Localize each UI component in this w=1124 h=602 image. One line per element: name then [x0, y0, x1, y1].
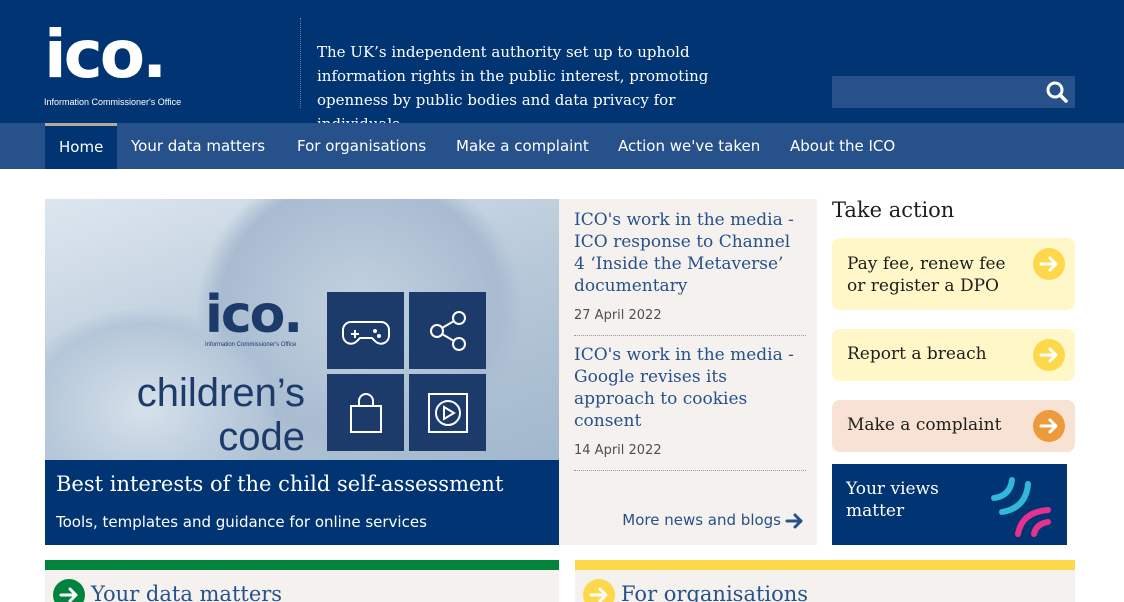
- nav-item-about-ico[interactable]: About the ICO: [790, 123, 895, 169]
- news-item-title-link[interactable]: ICO's work in the media - Google revises…: [574, 344, 806, 432]
- arrow-circle-icon: [583, 579, 615, 602]
- nav-item-make-a-complaint[interactable]: Make a complaint: [456, 123, 589, 169]
- pay-fee-label: Pay fee, renew fee or register a DPO: [847, 254, 1006, 296]
- card-accent-bar: [45, 560, 559, 570]
- your-data-matters-title[interactable]: Your data matters: [91, 582, 282, 602]
- report-breach-card[interactable]: Report a breach: [832, 329, 1075, 381]
- hero-ico-logo: ico.: [205, 285, 303, 345]
- arrow-circle-icon: [1033, 410, 1065, 442]
- arrow-circle-icon: [1033, 339, 1065, 371]
- for-organisations-title[interactable]: For organisations: [621, 582, 808, 602]
- news-item: ICO's work in the media - ICO response t…: [574, 209, 806, 336]
- card-accent-bar: [575, 560, 1075, 570]
- nav-item-action-taken[interactable]: Action we've taken: [618, 123, 760, 169]
- search-button[interactable]: [1043, 80, 1071, 104]
- hero-subtitle: Tools, templates and guidance for online…: [56, 513, 427, 531]
- shopping-bag-icon: [350, 393, 382, 433]
- play-icon: [428, 393, 468, 433]
- header-divider: [300, 18, 301, 108]
- main-nav: Home Your data matters For organisations…: [0, 123, 1124, 169]
- more-news-link[interactable]: More news and blogs: [622, 511, 805, 530]
- gamepad-icon: [342, 321, 390, 345]
- nav-item-home[interactable]: Home: [45, 123, 118, 169]
- header-tagline: The UK’s independent authority set up to…: [317, 43, 709, 133]
- logo-wordmark: ico.: [44, 16, 167, 93]
- news-panel: ICO's work in the media - ICO response t…: [559, 199, 817, 545]
- hero-title-link[interactable]: Best interests of the child self-assessm…: [56, 472, 503, 496]
- report-breach-label: Report a breach: [847, 344, 987, 364]
- make-complaint-label: Make a complaint: [847, 415, 1002, 435]
- shopping-bag-tile: [327, 374, 404, 451]
- more-news-label: More news and blogs: [622, 511, 781, 529]
- news-item-title-link[interactable]: ICO's work in the media - ICO response t…: [574, 209, 806, 297]
- site-header: ico. Information Commissioner's Office T…: [0, 0, 1124, 133]
- news-item-date: 14 April 2022: [574, 443, 662, 458]
- your-views-matter-card[interactable]: Your views matter: [832, 464, 1067, 545]
- nav-item-your-data-matters[interactable]: Your data matters: [131, 123, 265, 169]
- play-tile: [409, 374, 486, 451]
- take-action-heading: Take action: [832, 198, 955, 222]
- ico-logo[interactable]: ico. Information Commissioner's Office: [44, 16, 214, 112]
- hero-banner[interactable]: ico. Information Commissioner's Office c…: [45, 199, 559, 545]
- hero-caption: Best interests of the child self-assessm…: [45, 460, 559, 545]
- arrow-circle-icon: [53, 579, 85, 602]
- news-item-date: 27 April 2022: [574, 308, 662, 323]
- search-input[interactable]: [832, 76, 1032, 108]
- your-views-label: Your views matter: [846, 479, 939, 521]
- hero-ico-logo-subtitle: Information Commissioner's Office: [205, 342, 297, 348]
- nav-item-for-organisations[interactable]: For organisations: [297, 123, 426, 169]
- search-icon: [1046, 81, 1068, 103]
- news-item: ICO's work in the media - Google revises…: [574, 344, 806, 471]
- gamepad-tile: [327, 292, 404, 369]
- pay-fee-card[interactable]: Pay fee, renew fee or register a DPO: [832, 238, 1075, 310]
- childrens-code-text: children’s code: [136, 371, 305, 459]
- search-box: [832, 76, 1075, 108]
- arrow-circle-icon: [1033, 248, 1065, 280]
- share-tile: [409, 292, 486, 369]
- logo-subtitle: Information Commissioner's Office: [44, 97, 182, 107]
- feedback-swirl-icon: [991, 477, 1051, 537]
- arrow-right-icon: [785, 513, 803, 528]
- share-icon: [430, 311, 466, 351]
- for-organisations-card[interactable]: For organisations: [575, 560, 1075, 602]
- make-complaint-card[interactable]: Make a complaint: [832, 400, 1075, 452]
- your-data-matters-card[interactable]: Your data matters: [45, 560, 559, 602]
